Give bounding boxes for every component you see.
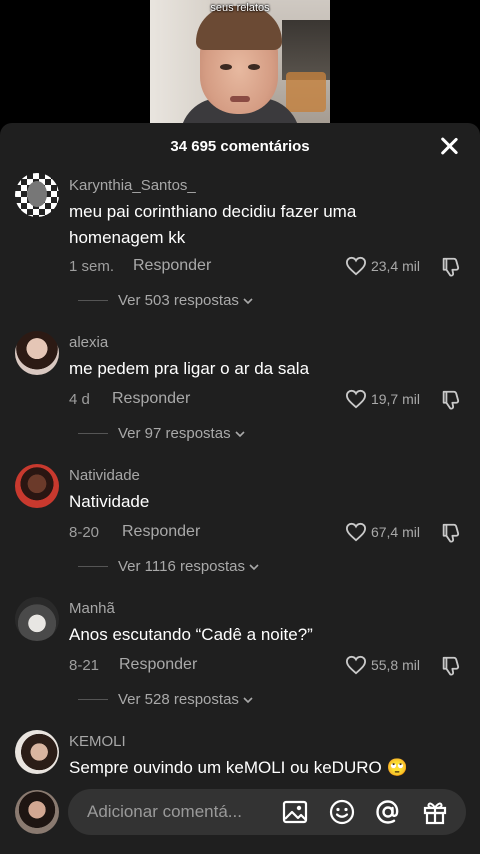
view-replies[interactable]: Ver 97 respostas: [78, 425, 245, 442]
comment-count-title: 34 695 comentários: [170, 138, 310, 155]
comment-time: 8-21: [69, 657, 100, 674]
comment-text: meu pai corinthiano decidiu fazer uma ho…: [69, 202, 357, 247]
heart-icon: [345, 256, 366, 276]
app-root: seus relatos 34 695 comentários Karynthi…: [0, 0, 480, 854]
comment-input-pill[interactable]: [68, 789, 466, 835]
dislike-icon[interactable]: [440, 522, 462, 544]
reply-button[interactable]: Responder: [119, 656, 197, 674]
comment-time: 1 sem.: [69, 258, 115, 275]
avatar[interactable]: [15, 331, 59, 375]
comment-username[interactable]: KEMOLI: [69, 733, 126, 750]
like-count: 19,7 mil: [370, 391, 420, 407]
heart-icon: [345, 655, 366, 675]
view-replies-label: Ver 528 respostas: [118, 691, 239, 708]
comment-username[interactable]: alexia: [69, 334, 108, 351]
avatar[interactable]: [15, 173, 59, 217]
comments-sheet: 34 695 comentários Karynthia_Santos_ meu…: [0, 123, 480, 854]
view-replies[interactable]: Ver 1116 respostas: [78, 558, 259, 575]
avatar[interactable]: [15, 730, 59, 774]
rolling-eyes-emoji: 🙄: [386, 758, 408, 777]
chevron-down-icon: [249, 563, 259, 570]
comment-text: Sempre ouvindo um keMOLI ou keDURO 🙄: [69, 758, 408, 777]
view-replies-label: Ver 503 respostas: [118, 292, 239, 309]
like-count: 67,4 mil: [370, 524, 420, 540]
comment-text: Natividade: [69, 492, 150, 511]
like-button[interactable]: 19,7 mil: [345, 389, 420, 409]
like-count: 23,4 mil: [370, 258, 420, 274]
reply-button[interactable]: Responder: [122, 523, 200, 541]
comment-input-bar: [0, 788, 480, 854]
image-icon[interactable]: [281, 798, 309, 826]
comment-username[interactable]: Karynthia_Santos_: [69, 177, 196, 194]
comment-text: Anos escutando “Cadê a noite?”: [69, 625, 313, 644]
dislike-icon[interactable]: [440, 256, 462, 278]
view-replies[interactable]: Ver 528 respostas: [78, 691, 253, 708]
reply-button[interactable]: Responder: [112, 390, 190, 408]
comment-time: 4 d: [69, 391, 90, 408]
like-button[interactable]: 55,8 mil: [345, 655, 420, 675]
video-caption: seus relatos: [210, 2, 270, 14]
user-avatar[interactable]: [15, 790, 59, 834]
like-count: 55,8 mil: [370, 657, 420, 673]
emoji-icon[interactable]: [328, 798, 356, 826]
reply-button[interactable]: Responder: [133, 257, 211, 275]
like-button[interactable]: 23,4 mil: [345, 256, 420, 276]
view-replies-label: Ver 1116 respostas: [118, 558, 246, 575]
mention-icon[interactable]: [374, 798, 402, 826]
chevron-down-icon: [243, 297, 253, 304]
dislike-icon[interactable]: [440, 389, 462, 411]
comment-username[interactable]: Natividade: [69, 467, 140, 484]
heart-icon: [345, 389, 366, 409]
view-replies-label: Ver 97 respostas: [118, 425, 231, 442]
gift-icon[interactable]: [421, 798, 449, 826]
comment-input[interactable]: [68, 789, 268, 835]
close-icon[interactable]: [438, 135, 460, 157]
dislike-icon[interactable]: [440, 655, 462, 677]
video-preview[interactable]: seus relatos: [150, 0, 330, 128]
view-replies[interactable]: Ver 503 respostas: [78, 292, 253, 309]
comment-username[interactable]: Manhã: [69, 600, 115, 617]
sheet-header: 34 695 comentários: [0, 123, 480, 169]
chevron-down-icon: [235, 430, 245, 437]
comment-time: 8-20: [69, 524, 100, 541]
comment-text: me pedem pra ligar o ar da sala: [69, 359, 310, 378]
heart-icon: [345, 522, 366, 542]
chevron-down-icon: [243, 696, 253, 703]
avatar[interactable]: [15, 464, 59, 508]
avatar[interactable]: [15, 597, 59, 641]
like-button[interactable]: 67,4 mil: [345, 522, 420, 542]
